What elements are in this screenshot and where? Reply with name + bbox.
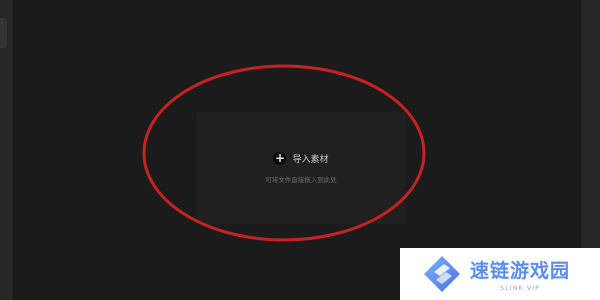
watermark-name: 速链游戏园 — [470, 260, 571, 282]
import-drop-zone[interactable]: + 导入素材 可将文件直接拖入到此处 — [196, 112, 406, 224]
import-material-button[interactable]: + 导入素材 — [196, 152, 406, 165]
drop-hint-text: 可将文件直接拖入到此处 — [265, 176, 337, 184]
left-side-panel — [0, 0, 12, 300]
diamond-logo-icon — [424, 256, 460, 292]
plus-icon: + — [273, 151, 287, 165]
watermark-banner: 速链游戏园 SLINK.VIP — [400, 248, 600, 300]
watermark-url: SLINK.VIP — [499, 284, 541, 292]
import-material-label: 导入素材 — [292, 155, 329, 165]
left-panel-tab[interactable] — [0, 18, 7, 48]
